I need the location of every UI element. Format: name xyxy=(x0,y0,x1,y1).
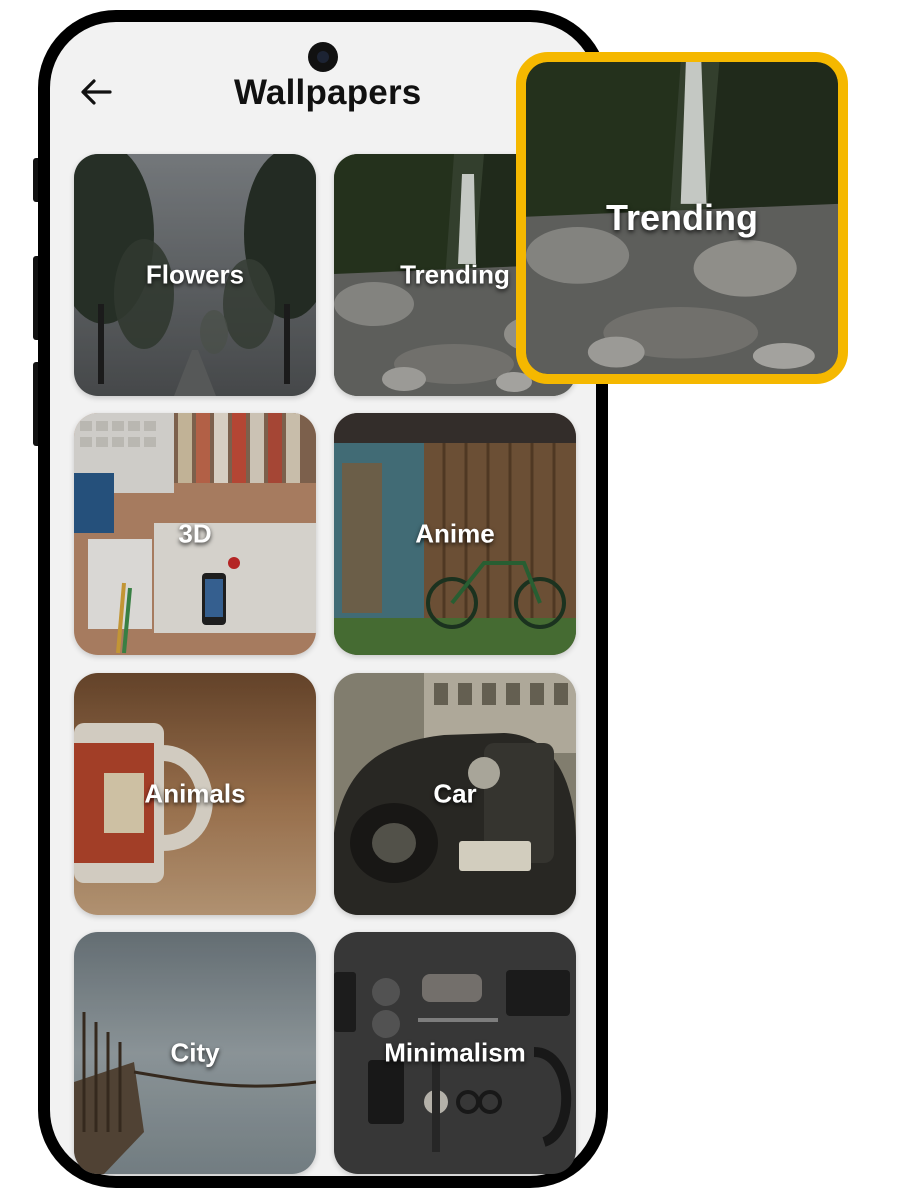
category-label: Anime xyxy=(415,518,495,549)
category-tile-3d[interactable]: 3D xyxy=(74,413,316,655)
category-label: Car xyxy=(433,778,477,809)
front-camera xyxy=(308,42,338,72)
trending-zoom-image: Trending xyxy=(526,62,838,374)
category-label: City xyxy=(170,1037,220,1068)
category-tile-anime[interactable]: Anime xyxy=(334,413,576,655)
page-title: Wallpapers xyxy=(234,73,422,112)
category-tile-car[interactable]: Car xyxy=(334,673,576,915)
category-tile-animals[interactable]: Animals xyxy=(74,673,316,915)
trending-zoom-callout: Trending xyxy=(516,52,848,384)
category-tile-city[interactable]: City xyxy=(74,932,316,1174)
arrow-left-icon xyxy=(81,79,112,105)
category-tile-flowers[interactable]: Flowers xyxy=(74,154,316,396)
category-label: 3D xyxy=(178,518,212,549)
category-label: Minimalism xyxy=(384,1037,526,1068)
category-label: Flowers xyxy=(145,259,245,290)
back-button[interactable] xyxy=(74,70,118,114)
category-label: Animals xyxy=(144,778,246,809)
category-tile-minimalism[interactable]: Minimalism xyxy=(334,932,576,1174)
callout-label: Trending xyxy=(606,197,758,238)
